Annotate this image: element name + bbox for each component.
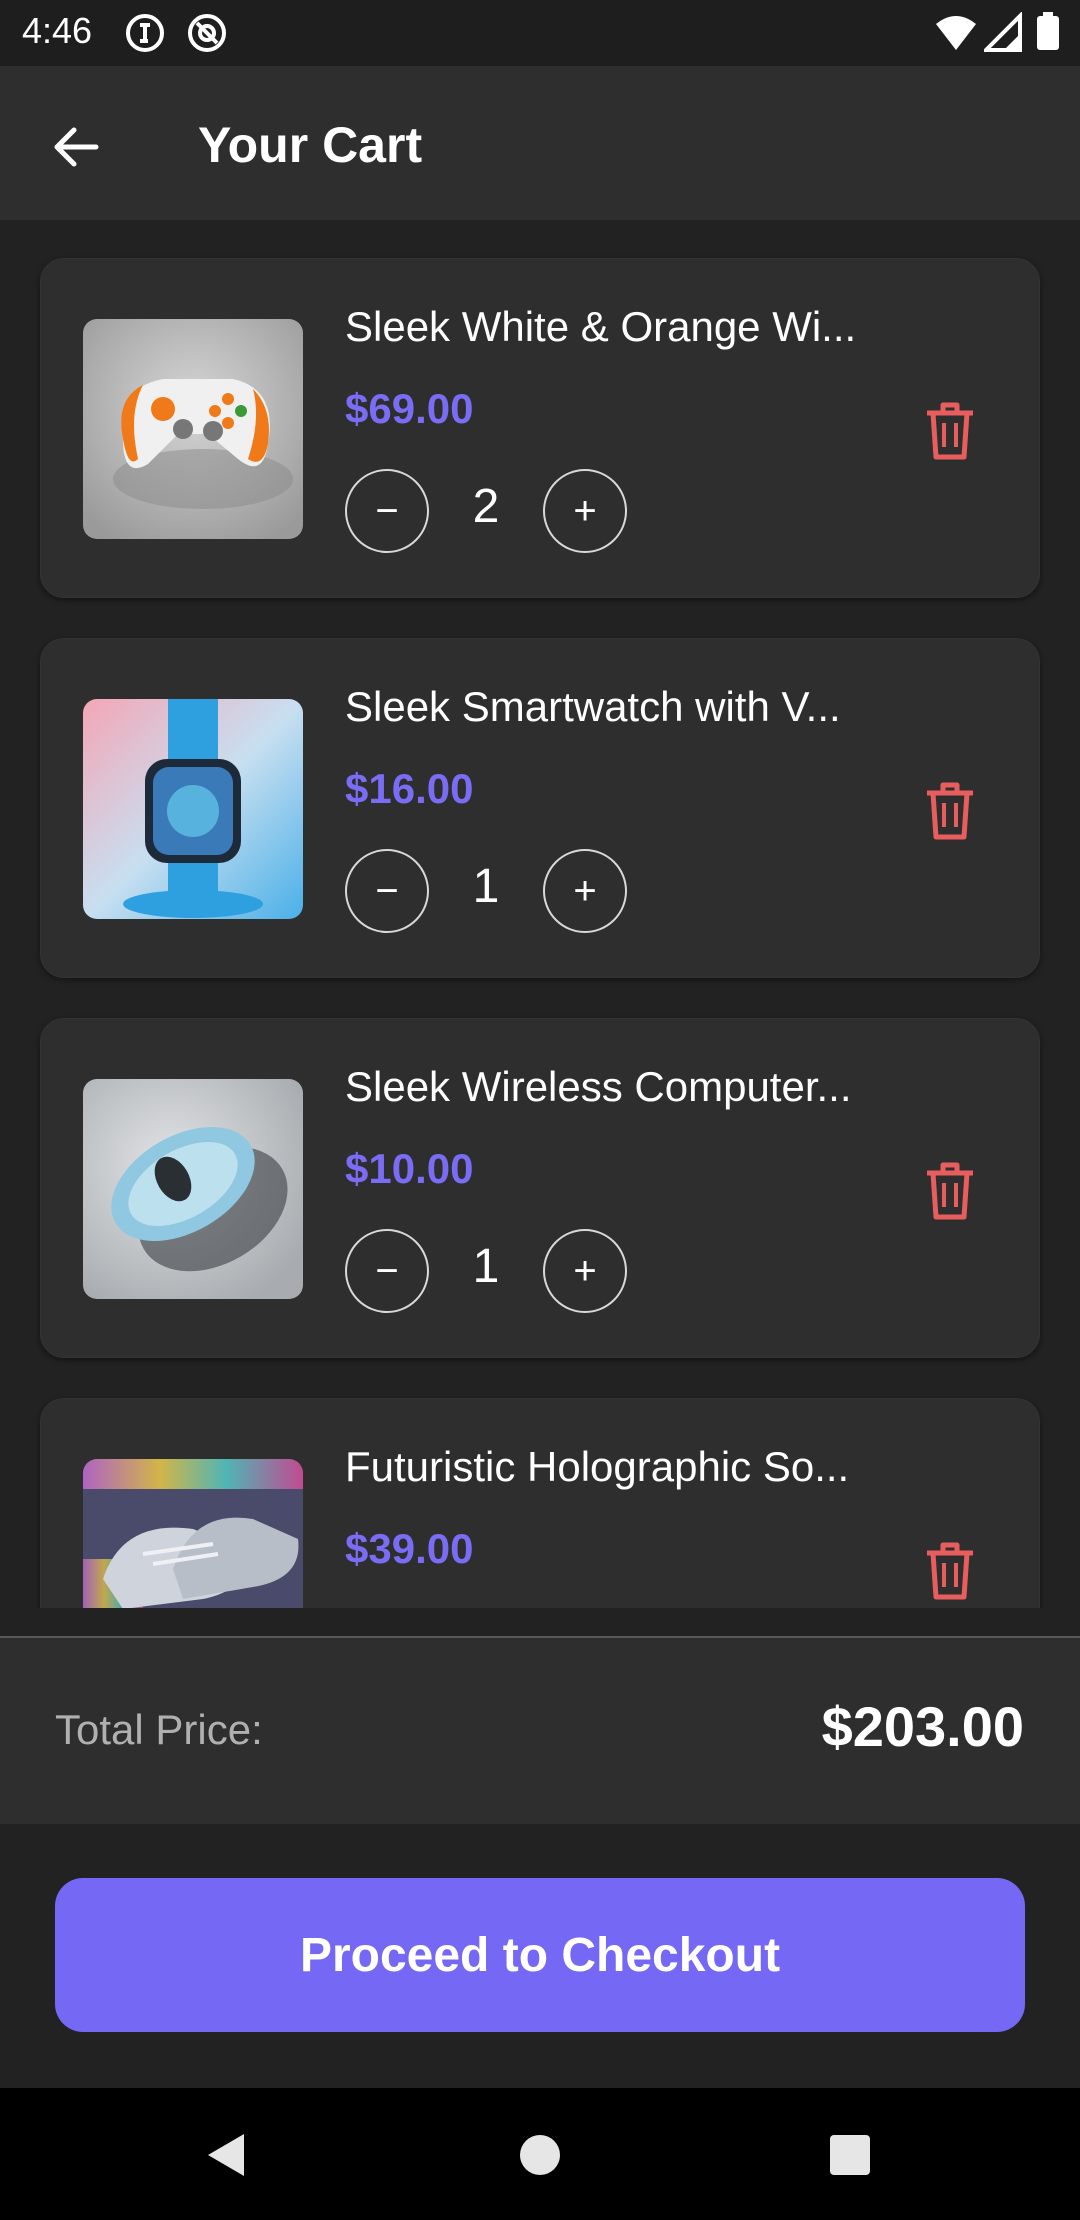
- product-image: [83, 699, 303, 919]
- minus-icon: −: [375, 868, 399, 913]
- increase-quantity-button[interactable]: +: [543, 1229, 627, 1313]
- delete-item-button[interactable]: [921, 1539, 979, 1603]
- product-price: $39.00: [345, 1525, 474, 1572]
- delete-item-button[interactable]: [921, 399, 979, 463]
- minus-icon: −: [375, 1248, 399, 1293]
- trash-icon: [921, 782, 979, 847]
- minus-icon: −: [375, 488, 399, 533]
- trash-icon: [921, 1162, 979, 1227]
- cart-item: Sleek White & Orange Wi... $69.00 − 2 +: [40, 258, 1040, 598]
- status-time: 4:46: [22, 10, 93, 51]
- cart-item: Futuristic Holographic So... $39.00 − 1 …: [40, 1398, 1040, 1608]
- wifi-icon: [934, 12, 978, 57]
- nav-recents-icon[interactable]: [829, 2134, 871, 2181]
- checkout-button[interactable]: Proceed to Checkout: [55, 1878, 1025, 2032]
- app-bar: Your Cart: [0, 66, 1080, 220]
- nav-back-icon[interactable]: [204, 2132, 248, 2183]
- quantity-value: 1: [472, 860, 500, 913]
- quantity-value: 2: [472, 480, 500, 533]
- cart-list[interactable]: Sleek White & Orange Wi... $69.00 − 2 + …: [0, 220, 1080, 1608]
- product-title: Sleek Smartwatch with V...: [345, 683, 841, 730]
- decrease-quantity-button[interactable]: −: [345, 849, 429, 933]
- increase-quantity-button[interactable]: +: [543, 469, 627, 553]
- product-image: [83, 1459, 303, 1608]
- product-price: $10.00: [345, 1145, 474, 1192]
- increase-quantity-button[interactable]: +: [543, 849, 627, 933]
- trash-icon: [921, 1542, 979, 1607]
- trash-icon: [921, 402, 979, 467]
- total-label: Total Price:: [55, 1706, 263, 1753]
- cell-signal-icon: [981, 11, 1022, 57]
- system-nav-bar: [0, 2088, 1080, 2220]
- product-title: Sleek Wireless Computer...: [345, 1063, 852, 1110]
- arrow-left-icon: [44, 127, 110, 184]
- total-value: $203.00: [821, 1695, 1024, 1758]
- delete-item-button[interactable]: [921, 1159, 979, 1223]
- plus-icon: +: [573, 1248, 597, 1293]
- sync-badge-icon: [124, 12, 166, 59]
- product-title: Futuristic Holographic So...: [345, 1443, 850, 1490]
- decrease-quantity-button[interactable]: −: [345, 1229, 429, 1313]
- cart-item: Sleek Wireless Computer... $10.00 − 1 +: [40, 1018, 1040, 1358]
- nav-home-icon[interactable]: [519, 2134, 561, 2181]
- plus-icon: +: [573, 868, 597, 913]
- cart-item: Sleek Smartwatch with V... $16.00 − 1 +: [40, 638, 1040, 978]
- back-button[interactable]: [44, 114, 110, 180]
- product-image: [83, 1079, 303, 1299]
- no-signal-badge-icon: [186, 12, 228, 59]
- product-title: Sleek White & Orange Wi...: [345, 303, 857, 350]
- quantity-value: 1: [472, 1240, 500, 1293]
- product-price: $69.00: [345, 385, 474, 432]
- status-bar: 4:46: [0, 0, 1080, 66]
- plus-icon: +: [573, 488, 597, 533]
- total-bar: Total Price: $203.00: [0, 1636, 1080, 1824]
- product-price: $16.00: [345, 765, 474, 812]
- page-title: Your Cart: [198, 117, 423, 173]
- product-image: [83, 319, 303, 539]
- battery-icon: [1036, 12, 1060, 57]
- delete-item-button[interactable]: [921, 779, 979, 843]
- decrease-quantity-button[interactable]: −: [345, 469, 429, 553]
